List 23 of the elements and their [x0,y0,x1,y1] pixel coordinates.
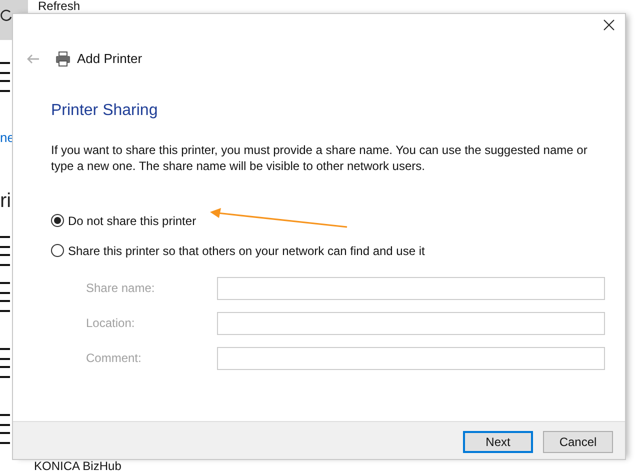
section-heading: ri [0,189,12,214]
option-label[interactable]: Share this printer so that others on your network can find and use it [68,242,425,260]
list-item[interactable]: KONICA BizHub [34,461,122,472]
field-label: Location: [86,315,136,332]
page-heading: Printer Sharing [51,100,159,120]
dialog-button[interactable]: Cancel [543,431,613,453]
refresh-icon[interactable] [0,8,12,22]
dialog-button[interactable]: Next [463,431,533,453]
list-icon [0,282,10,312]
list-icon [0,348,10,378]
list-icon [0,62,10,92]
list-icon [0,414,10,444]
option-label[interactable]: Do not share this printer [68,212,196,230]
description-text: If you want to share this printer, you must provide a share name. You can use the suggested name or type a new one. The share name will be visible to other network users. [51,142,588,174]
field-label: Share name: [86,280,156,297]
dialog-title: Add Printer [77,50,142,68]
close-icon[interactable] [603,19,615,31]
radio-button[interactable] [51,244,64,257]
toolbar-item[interactable]: Refresh [38,0,80,12]
list-icon [0,236,10,266]
printer-icon [55,50,71,67]
field-label: Comment: [86,350,142,367]
radio-button[interactable] [51,214,64,227]
